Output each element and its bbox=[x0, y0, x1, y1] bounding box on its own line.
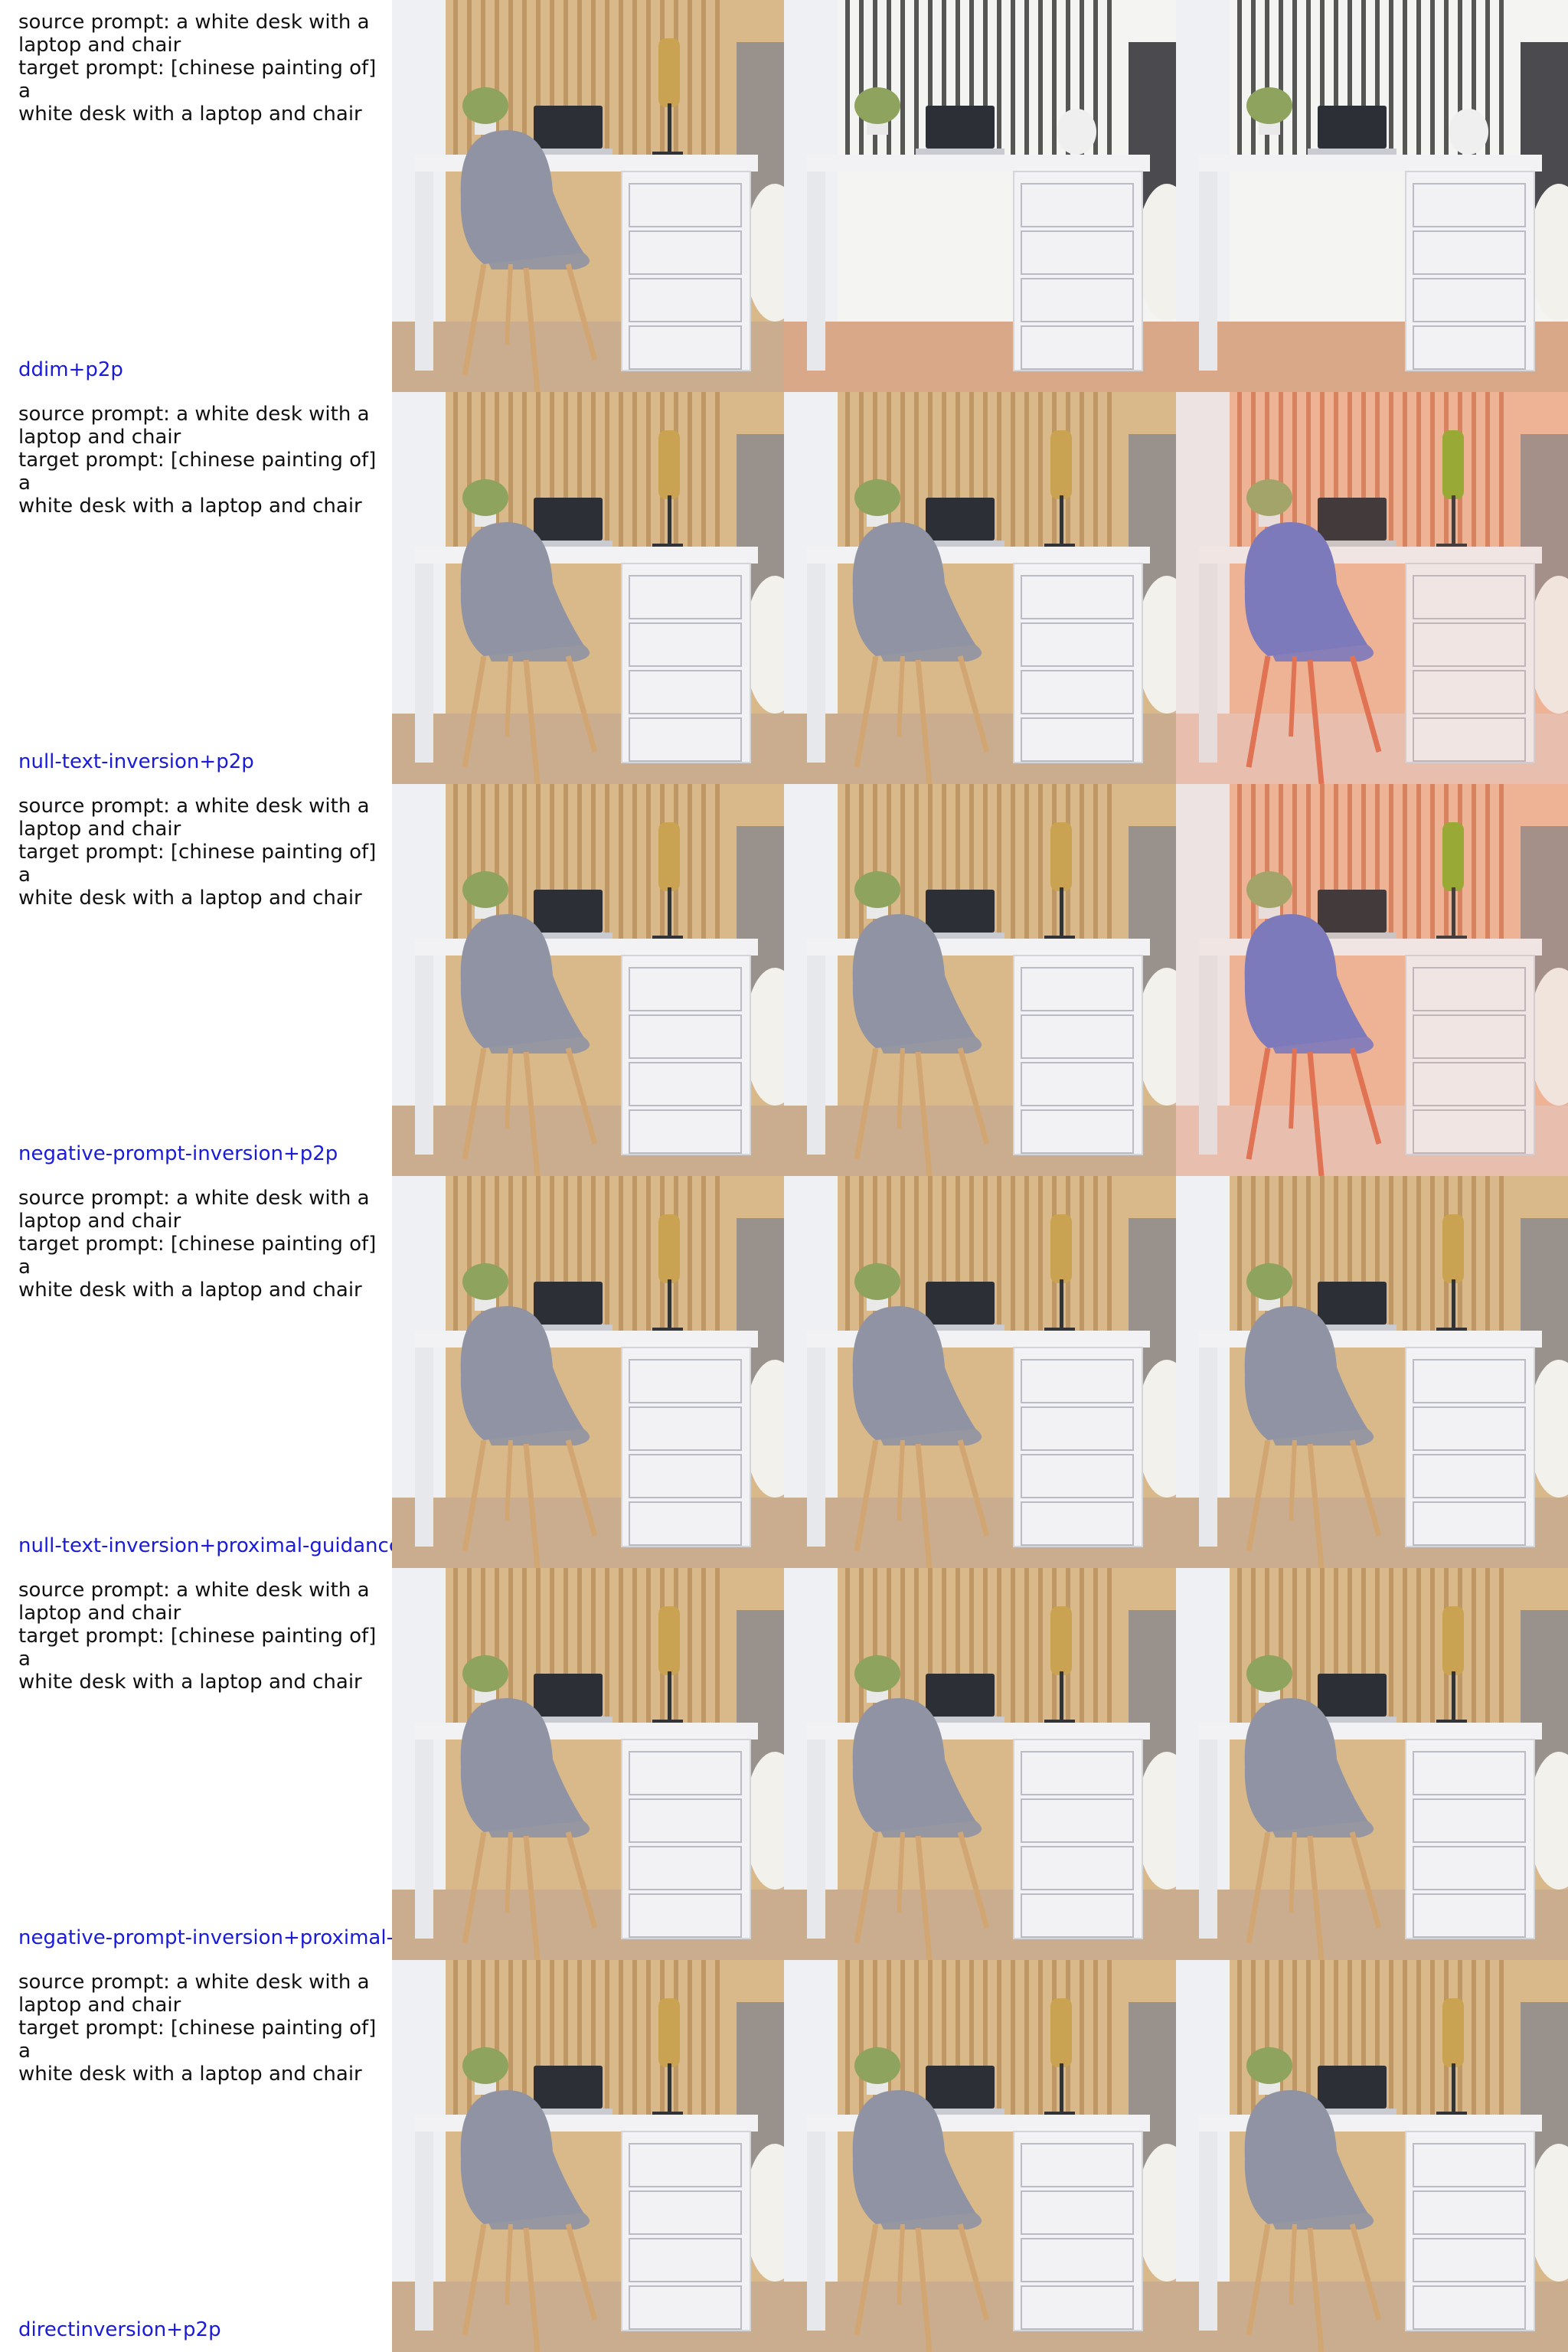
comparison-row: source prompt: a white desk with a lapto… bbox=[0, 1568, 1568, 1960]
source-image bbox=[392, 1960, 784, 2352]
caption-cell: source prompt: a white desk with a lapto… bbox=[0, 1568, 392, 1960]
prompt-text: source prompt: a white desk with a lapto… bbox=[18, 1187, 377, 1302]
source-image bbox=[392, 1176, 784, 1568]
comparison-row: source prompt: a white desk with a lapto… bbox=[0, 784, 1568, 1176]
caption-cell: source prompt: a white desk with a lapto… bbox=[0, 1176, 392, 1568]
edited-image bbox=[1176, 0, 1568, 392]
source-image bbox=[392, 1568, 784, 1960]
prompt-text: source prompt: a white desk with a lapto… bbox=[18, 795, 377, 910]
edited-image bbox=[1176, 1176, 1568, 1568]
prompt-text: source prompt: a white desk with a lapto… bbox=[18, 1971, 377, 2086]
prompt-text: source prompt: a white desk with a lapto… bbox=[18, 403, 377, 518]
caption-cell: source prompt: a white desk with a lapto… bbox=[0, 784, 392, 1176]
edited-image bbox=[1176, 1960, 1568, 2352]
method-label: null-text-inversion+proximal-guidance bbox=[18, 1534, 392, 1557]
reconstruction-image bbox=[784, 784, 1176, 1176]
prompt-text: source prompt: a white desk with a lapto… bbox=[18, 11, 377, 126]
source-image bbox=[392, 784, 784, 1176]
reconstruction-image bbox=[784, 1568, 1176, 1960]
source-image bbox=[392, 392, 784, 784]
method-label: null-text-inversion+p2p bbox=[18, 750, 254, 773]
reconstruction-image bbox=[784, 0, 1176, 392]
comparison-row: source prompt: a white desk with a lapto… bbox=[0, 1176, 1568, 1568]
comparison-row: source prompt: a white desk with a lapto… bbox=[0, 1960, 1568, 2352]
method-label: negative-prompt-inversion+proximal-g bbox=[18, 1926, 392, 1949]
caption-cell: source prompt: a white desk with a lapto… bbox=[0, 392, 392, 784]
prompt-text: source prompt: a white desk with a lapto… bbox=[18, 1579, 377, 1694]
method-label: directinversion+p2p bbox=[18, 2318, 221, 2341]
reconstruction-image bbox=[784, 392, 1176, 784]
comparison-grid: source prompt: a white desk with a lapto… bbox=[0, 0, 1568, 2352]
edited-image bbox=[1176, 784, 1568, 1176]
reconstruction-image bbox=[784, 1176, 1176, 1568]
caption-cell: source prompt: a white desk with a lapto… bbox=[0, 1960, 392, 2352]
edited-image bbox=[1176, 392, 1568, 784]
comparison-row: source prompt: a white desk with a lapto… bbox=[0, 0, 1568, 392]
caption-cell: source prompt: a white desk with a lapto… bbox=[0, 0, 392, 392]
source-image bbox=[392, 0, 784, 392]
reconstruction-image bbox=[784, 1960, 1176, 2352]
method-label: ddim+p2p bbox=[18, 358, 123, 381]
method-label: negative-prompt-inversion+p2p bbox=[18, 1142, 338, 1165]
edited-image bbox=[1176, 1568, 1568, 1960]
comparison-row: source prompt: a white desk with a lapto… bbox=[0, 392, 1568, 784]
